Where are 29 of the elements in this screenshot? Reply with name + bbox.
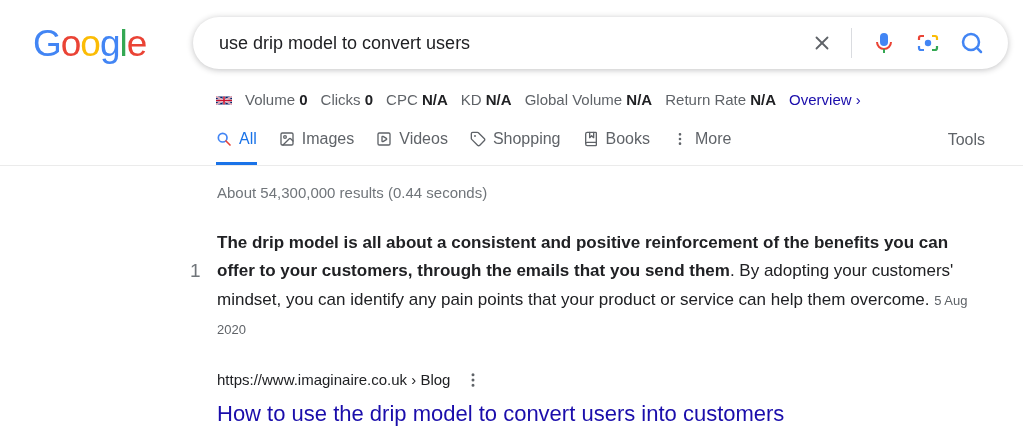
uk-flag-icon — [216, 94, 232, 106]
search-icon[interactable] — [960, 31, 984, 55]
result-title-link[interactable]: How to use the drip model to convert users into customers — [217, 391, 1023, 430]
keyword-metric: Global Volume N/A — [524, 89, 653, 110]
search-input[interactable]: use drip model to convert users — [219, 29, 803, 57]
search-tab[interactable]: Shopping — [469, 125, 561, 165]
result-url: https://www.imaginaire.co.uk › Blog — [217, 369, 451, 390]
keyword-metric: CPC N/A — [386, 89, 448, 110]
tag-icon — [469, 130, 486, 147]
keyword-metric: Clicks 0 — [320, 89, 374, 110]
result-stats: About 54,300,000 results (0.44 seconds) — [217, 183, 489, 203]
book-icon — [582, 130, 599, 147]
search-tab[interactable]: Videos — [376, 125, 448, 165]
search-tab[interactable]: All — [216, 125, 257, 165]
google-logo[interactable]: Google — [33, 24, 193, 62]
search-field[interactable]: use drip model to convert users — [193, 17, 1008, 69]
play-icon — [376, 130, 393, 147]
image-icon — [278, 130, 295, 147]
keyword-metric: Return Rate N/A — [665, 89, 777, 110]
featured-snippet: The drip model is all about a consistent and positive reinforcement of the benefits you can offer to your customers, through the emails that you send them. By adopting your customers' mindset, you can identify any pain points that your product or service can help them overcome. 5 Aug 2020 — [217, 231, 969, 339]
keyword-metric: Volume 0 — [245, 89, 308, 110]
tools-button[interactable]: Tools — [947, 125, 985, 165]
search-icon — [216, 130, 232, 147]
overview-link[interactable]: Overview › — [789, 88, 861, 112]
search-tab[interactable]: Books — [582, 125, 650, 165]
snippet-marker: 1 — [190, 258, 202, 283]
search-tab[interactable]: More — [672, 125, 732, 165]
keyword-metric: KD N/A — [460, 89, 512, 110]
search-tab[interactable]: Images — [278, 125, 355, 165]
